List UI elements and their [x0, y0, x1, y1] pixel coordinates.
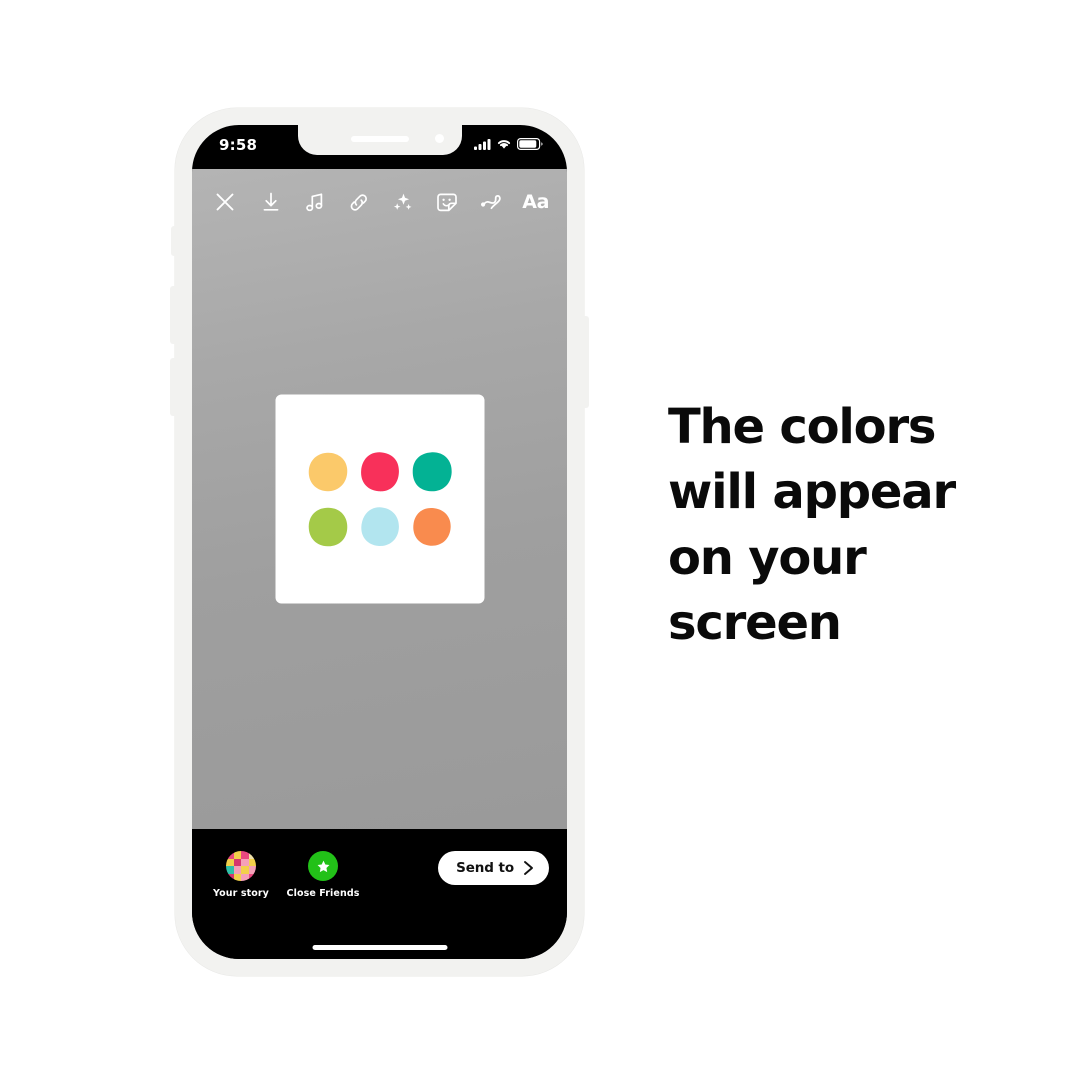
your-story-option[interactable]: Your story	[212, 851, 270, 899]
volume-up-button[interactable]	[170, 286, 176, 344]
phone-mockup: 9:58 Aa Your story Close Friends Send to	[170, 108, 589, 976]
story-canvas[interactable]: Aa	[192, 169, 567, 829]
avatar-cell	[248, 851, 256, 859]
send-to-button[interactable]: Send to	[438, 851, 549, 885]
volume-down-button[interactable]	[170, 358, 176, 416]
power-button[interactable]	[583, 316, 589, 408]
avatar-cell	[226, 851, 234, 859]
avatar-cell	[233, 873, 241, 881]
avatar-cell	[248, 866, 256, 874]
avatar-cell	[241, 851, 249, 859]
cellular-signal-icon	[474, 138, 491, 150]
swatch-grid	[306, 450, 454, 549]
story-bottom-bar: Your story Close Friends Send to	[192, 829, 567, 959]
avatar-cell	[226, 858, 234, 866]
avatar-cell	[248, 873, 256, 881]
canvas-root: 9:58 Aa Your story Close Friends Send to…	[0, 0, 1080, 1080]
avatar-cell	[233, 858, 241, 866]
avatar-cell	[226, 866, 234, 874]
chevron-right-icon	[524, 861, 533, 875]
avatar	[226, 851, 256, 881]
status-bar-time: 9:58	[219, 136, 258, 154]
avatar-cell	[241, 866, 249, 874]
story-toolbar: Aa	[192, 183, 567, 223]
avatar-cell	[241, 873, 249, 881]
silent-switch-button[interactable]	[171, 226, 176, 256]
page-title: The colors will appear on your screen	[668, 399, 956, 651]
swatch-orange	[412, 507, 451, 546]
swatch-green	[308, 507, 347, 546]
music-icon[interactable]	[302, 188, 328, 216]
your-story-label: Your story	[213, 888, 269, 899]
text-icon[interactable]: Aa	[522, 191, 549, 213]
star-icon	[317, 860, 329, 872]
close-friends-star-badge	[308, 851, 338, 881]
send-to-label: Send to	[456, 860, 514, 876]
battery-icon	[517, 138, 543, 150]
swatch-crimson	[360, 451, 399, 491]
front-camera	[434, 134, 444, 143]
wifi-icon	[497, 140, 511, 149]
sparkles-icon[interactable]	[390, 188, 416, 216]
avatar-cell	[241, 858, 249, 866]
close-friends-label: Close Friends	[286, 888, 360, 899]
close-icon[interactable]	[212, 188, 238, 216]
close-friends-option[interactable]: Close Friends	[287, 851, 359, 899]
sticker-icon[interactable]	[434, 188, 460, 216]
avatar-cell	[233, 866, 241, 874]
avatar-cell	[233, 851, 241, 859]
swatch-yellow	[308, 452, 347, 491]
phone-screen: 9:58 Aa Your story Close Friends Send to	[192, 125, 567, 959]
status-bar-indicators	[474, 138, 543, 150]
avatar-cell	[248, 858, 256, 866]
avatar-cell	[226, 873, 234, 881]
color-swatch-card[interactable]	[275, 394, 484, 604]
link-icon[interactable]	[346, 188, 372, 216]
swatch-lightblue	[360, 506, 399, 546]
story-tools: Aa	[258, 188, 549, 216]
home-indicator[interactable]	[312, 945, 447, 950]
earpiece-speaker	[350, 136, 409, 142]
swatch-teal	[412, 451, 452, 491]
notch	[297, 125, 462, 155]
audience-selector: Your story Close Friends	[212, 851, 359, 899]
download-icon[interactable]	[258, 188, 284, 216]
draw-icon[interactable]	[478, 188, 504, 216]
